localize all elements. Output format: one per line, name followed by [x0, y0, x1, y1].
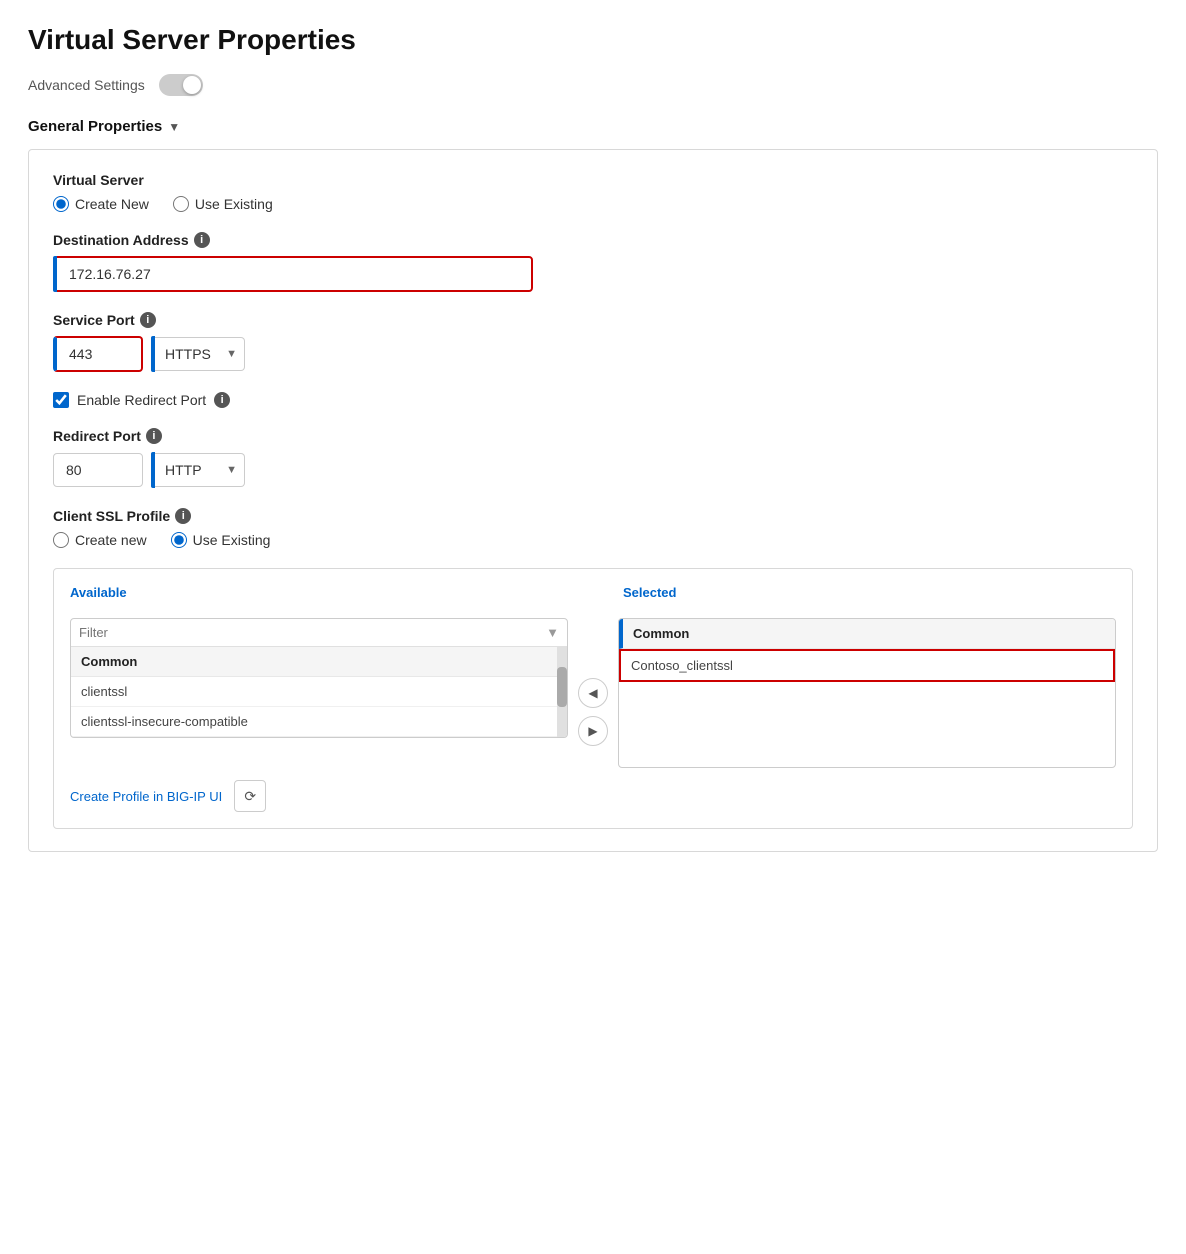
virtual-server-use-existing-option[interactable]: Use Existing	[173, 196, 273, 212]
client-ssl-use-existing-label: Use Existing	[193, 532, 271, 548]
general-properties-label: General Properties	[28, 118, 162, 135]
client-ssl-radio-group: Create new Use Existing	[53, 532, 1133, 548]
redirect-port-info-icon[interactable]: i	[146, 428, 162, 444]
selected-col-header: Selected	[623, 585, 1116, 608]
service-port-input[interactable]	[53, 336, 143, 372]
service-port-field: Service Port i HTTPS HTTP Other ▼	[53, 312, 1133, 372]
service-port-select[interactable]: HTTPS HTTP Other	[155, 337, 245, 371]
service-port-row: HTTPS HTTP Other ▼	[53, 336, 1133, 372]
filter-icon: ▼	[546, 625, 559, 640]
enable-redirect-port-label: Enable Redirect Port	[77, 392, 206, 408]
dual-list-headers: Available Selected	[70, 585, 1116, 608]
redirect-port-row: HTTP HTTPS Other ▼	[53, 452, 1133, 488]
virtual-server-radio-group: Create New Use Existing	[53, 196, 1133, 212]
list-item[interactable]: clientssl-insecure-compatible	[71, 707, 557, 737]
advanced-settings-toggle[interactable]	[159, 74, 203, 96]
selected-group-header: Common	[619, 619, 1115, 649]
destination-address-field: Destination Address i	[53, 232, 1133, 292]
redirect-port-select[interactable]: HTTP HTTPS Other	[155, 453, 245, 487]
redirect-port-label: Redirect Port i	[53, 428, 1133, 444]
advanced-settings-row: Advanced Settings	[28, 74, 1158, 96]
enable-redirect-port-checkbox[interactable]	[53, 392, 69, 408]
dual-list-container: Available Selected ▼ Common cli	[53, 568, 1133, 829]
redirect-port-input[interactable]	[53, 453, 143, 487]
redirect-port-select-wrapper: HTTP HTTPS Other ▼	[151, 452, 245, 488]
virtual-server-label: Virtual Server	[53, 172, 1133, 188]
client-ssl-profile-field: Client SSL Profile i Create new Use Exis…	[53, 508, 1133, 548]
virtual-server-use-existing-label: Use Existing	[195, 196, 273, 212]
advanced-settings-label: Advanced Settings	[28, 77, 145, 93]
general-properties-box: Virtual Server Create New Use Existing D…	[28, 149, 1158, 852]
destination-address-label: Destination Address i	[53, 232, 1133, 248]
client-ssl-profile-label: Client SSL Profile i	[53, 508, 1133, 524]
destination-address-bar	[53, 256, 57, 292]
transfer-right-button[interactable]: ▶	[578, 716, 608, 746]
transfer-buttons: ◀ ▶	[578, 618, 608, 746]
destination-address-input[interactable]	[53, 256, 533, 292]
virtual-server-use-existing-radio[interactable]	[173, 196, 189, 212]
selected-item[interactable]: Contoso_clientssl	[619, 649, 1115, 682]
chevron-down-icon: ▼	[168, 120, 180, 134]
bottom-row: Create Profile in BIG-IP UI ⟳	[70, 780, 1116, 812]
destination-address-info-icon[interactable]: i	[194, 232, 210, 248]
dual-list-inner: ▼ Common clientssl clientssl-insecure-co…	[70, 618, 1116, 768]
client-ssl-create-new-label: Create new	[75, 532, 147, 548]
available-col-header: Available	[70, 585, 563, 608]
selected-panel: Common Contoso_clientssl	[618, 618, 1116, 768]
virtual-server-create-new-radio[interactable]	[53, 196, 69, 212]
virtual-server-create-new-label: Create New	[75, 196, 149, 212]
available-list-content: Common clientssl clientssl-insecure-comp…	[71, 647, 557, 737]
scrollbar-thumb	[557, 667, 567, 707]
virtual-server-create-new-option[interactable]: Create New	[53, 196, 149, 212]
client-ssl-create-new-option[interactable]: Create new	[53, 532, 147, 548]
selected-panel-wrapper: Common Contoso_clientssl	[618, 618, 1116, 768]
virtual-server-field: Virtual Server Create New Use Existing	[53, 172, 1133, 212]
enable-redirect-port-row: Enable Redirect Port i	[53, 392, 1133, 408]
client-ssl-use-existing-option[interactable]: Use Existing	[171, 532, 271, 548]
available-list-body: Common clientssl clientssl-insecure-comp…	[71, 647, 567, 737]
filter-row: ▼	[71, 619, 567, 647]
list-item[interactable]: clientssl	[71, 677, 557, 707]
available-panel: ▼ Common clientssl clientssl-insecure-co…	[70, 618, 568, 738]
refresh-button[interactable]: ⟳	[234, 780, 266, 812]
available-group-header: Common	[71, 647, 557, 677]
service-port-label: Service Port i	[53, 312, 1133, 328]
client-ssl-create-new-radio[interactable]	[53, 532, 69, 548]
enable-redirect-port-info-icon[interactable]: i	[214, 392, 230, 408]
filter-input[interactable]	[79, 625, 540, 640]
redirect-port-field: Redirect Port i HTTP HTTPS Other ▼	[53, 428, 1133, 488]
available-label: Available	[70, 585, 563, 600]
general-properties-header[interactable]: General Properties ▼	[28, 118, 1158, 135]
transfer-left-button[interactable]: ◀	[578, 678, 608, 708]
available-scrollbar[interactable]	[557, 647, 567, 737]
service-port-select-wrapper: HTTPS HTTP Other ▼	[151, 336, 245, 372]
client-ssl-use-existing-radio[interactable]	[171, 532, 187, 548]
create-profile-link[interactable]: Create Profile in BIG-IP UI	[70, 789, 222, 804]
selected-label: Selected	[623, 585, 1116, 600]
destination-address-input-wrapper	[53, 256, 533, 292]
page-title: Virtual Server Properties	[28, 24, 1158, 56]
service-port-info-icon[interactable]: i	[140, 312, 156, 328]
client-ssl-profile-info-icon[interactable]: i	[175, 508, 191, 524]
available-panel-wrapper: ▼ Common clientssl clientssl-insecure-co…	[70, 618, 568, 738]
